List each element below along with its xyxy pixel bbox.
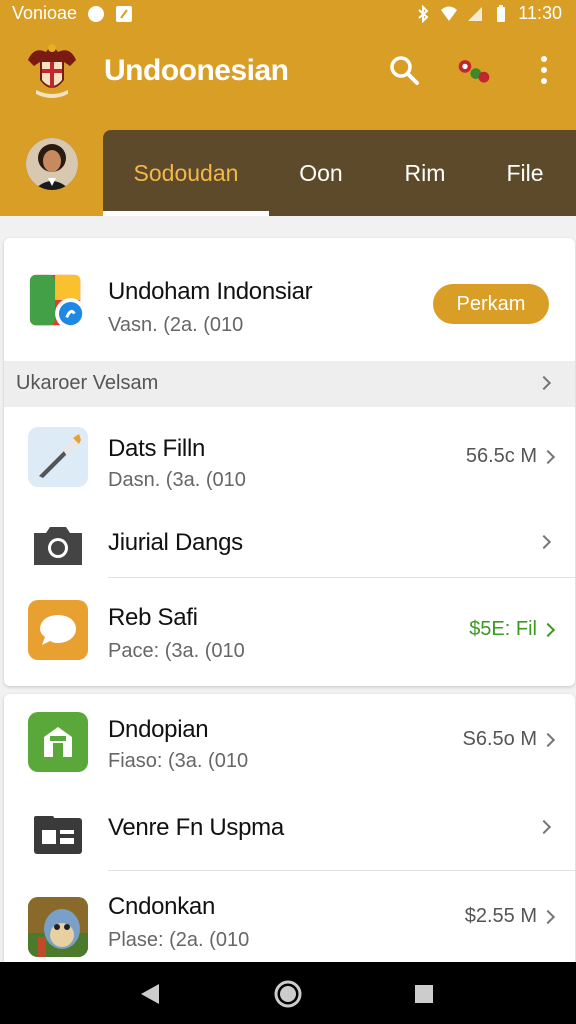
overflow-menu-button[interactable] [526,52,562,88]
status-bar: Vonioae 11:30 [0,0,576,30]
list-item[interactable]: Cndonkan Plase: (2a. (010 $2.55 M [4,871,575,962]
list-item[interactable]: Dndopian Fiaso: (3a. (010 S6.5o M [4,694,575,794]
chevron-right-icon [540,622,556,637]
chevron-right-icon [540,449,556,464]
list-item[interactable]: Reb Safi Pace: (3a. (010 $5E: Fil [4,578,575,686]
signal-icon [468,6,483,21]
profile-avatar[interactable] [26,138,78,190]
tab-oon[interactable]: Oon [269,130,373,216]
molecule-icon [458,60,490,83]
back-button[interactable] [132,976,168,1012]
profile-photo [26,138,78,190]
item-price-text: $5E: Fil [469,618,537,640]
camera-icon [34,527,82,565]
item-size-text: $2.55 M [464,905,537,927]
item-title: Reb Safi [108,604,198,631]
back-triangle-icon [141,984,159,1004]
chevron-right-icon [536,819,552,835]
featured-item[interactable]: Undoham Indonsiar Vasn. (2a. (010 Perkam [4,238,575,361]
wifi-icon [441,6,458,21]
section-title: Ukaroer Velsam [16,372,159,394]
app-header: Vonioae 11:30 Undoonesian Sodoudan Oon R… [0,0,576,216]
featured-app-icon [28,271,88,331]
chevron-right-icon [540,732,556,747]
recents-square-icon [415,985,433,1003]
chat-icon [40,615,76,645]
item-subtitle: Dasn. (3a. (010 [108,469,246,491]
circle-notification-icon [88,5,105,22]
list-item[interactable]: Venre Fn Uspma [4,794,575,870]
app-icon [28,427,88,487]
pencil-icon [39,434,81,478]
item-price: $5E: Fil [469,618,556,641]
perkam-button[interactable]: Perkam [433,284,549,324]
item-title: Jiurial Dangs [108,529,243,556]
app-icon [28,515,88,575]
search-icon [390,56,419,85]
item-size: 56.5c M [465,445,556,468]
more-vert-icon [541,56,547,84]
item-size-text: 56.5c M [465,445,537,467]
content-card: Undoham Indonsiar Vasn. (2a. (010 Perkam… [4,238,575,686]
item-title: Cndonkan [108,893,216,920]
item-size: S6.5o M [462,728,556,751]
item-subtitle: Fiaso: (3a. (010 [108,750,249,772]
home-button[interactable] [270,976,306,1012]
app-icon [28,804,88,864]
item-subtitle: Plase: (2a. (010 [108,929,250,951]
section-header[interactable]: Ukaroer Velsam [4,361,575,407]
tab-file[interactable]: File [477,130,573,216]
game-character-icon [28,897,88,957]
item-title: Dats Filln [108,435,206,462]
app-bar: Undoonesian [0,38,576,108]
chevron-right-icon [540,909,556,924]
app-icon [28,600,88,660]
content-card: Dndopian Fiaso: (3a. (010 S6.5o M Venre … [4,694,575,962]
app-icon [28,712,88,772]
battery-icon [497,4,506,22]
item-title: Venre Fn Uspma [108,814,284,841]
connections-button[interactable] [456,52,492,88]
home-circle-icon [274,980,302,1008]
tab-bar: Sodoudan Oon Rim File [103,130,576,216]
carrier-label: Vonioae [12,3,78,23]
drive-icon [29,274,87,330]
item-size-text: S6.5o M [462,728,537,750]
tab-rim[interactable]: Rim [373,130,477,216]
tab-sodoudan[interactable]: Sodoudan [103,130,269,216]
recents-button[interactable] [406,976,442,1012]
search-button[interactable] [386,52,422,88]
bluetooth-icon [418,4,429,23]
app-icon [28,897,88,957]
item-title: Dndopian [108,716,209,743]
chevron-right-icon [536,534,552,550]
item-size: $2.55 M [464,905,556,928]
active-tab-indicator [103,211,269,216]
item-subtitle: Pace: (3a. (010 [108,640,245,662]
coat-of-arms-logo [28,44,76,98]
chevron-right-icon [536,375,552,391]
app-title: Undoonesian [104,54,289,87]
list-item[interactable]: Dats Filln Dasn. (3a. (010 56.5c M [4,407,575,507]
featured-subtitle: Vasn. (2a. (010 [108,314,244,336]
system-nav-bar [0,962,576,1024]
id-card-icon [34,816,82,854]
store-icon [44,727,72,757]
edit-notification-icon [116,5,133,22]
list-item[interactable]: Jiurial Dangs [4,507,575,577]
clock: 11:30 [518,3,562,23]
featured-title: Undoham Indonsiar [108,278,313,305]
